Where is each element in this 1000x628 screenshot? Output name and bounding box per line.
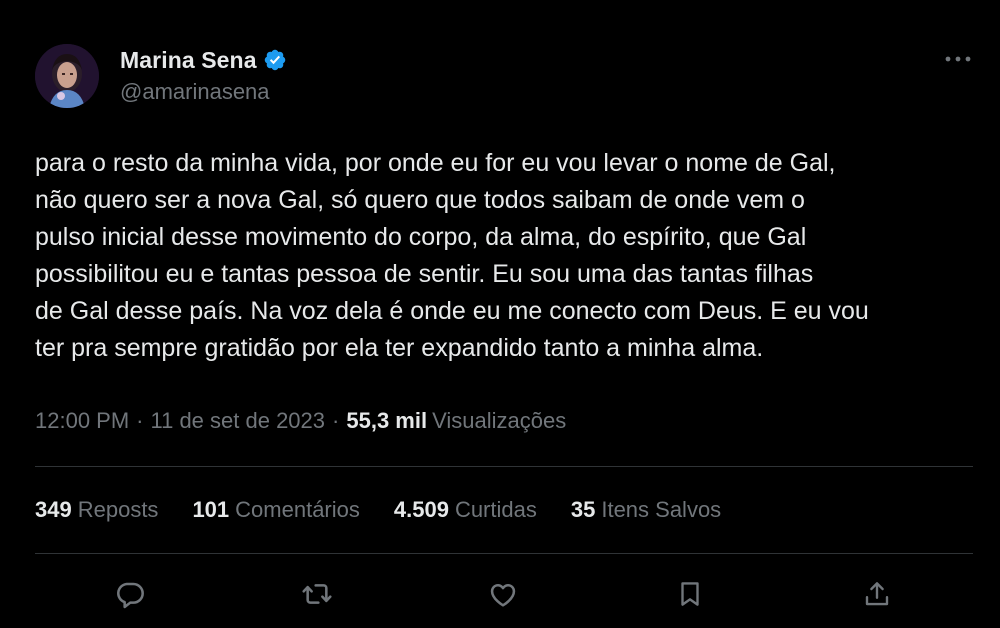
stat-bookmarks[interactable]: 35 Itens Salvos <box>571 497 721 523</box>
like-icon[interactable] <box>481 572 525 616</box>
verified-badge-icon <box>263 48 287 72</box>
meta-separator: · <box>332 408 340 433</box>
bookmark-icon[interactable] <box>668 572 712 616</box>
reply-icon[interactable] <box>108 572 152 616</box>
engagement-stats: 349 Reposts 101 Comentários 4.509 Curtid… <box>35 494 755 526</box>
stat-count: 349 <box>35 497 72 522</box>
meta-separator: · <box>136 408 144 433</box>
share-icon[interactable] <box>855 572 899 616</box>
divider <box>35 466 973 467</box>
author-display-name[interactable]: Marina Sena <box>120 47 257 74</box>
stat-count: 101 <box>192 497 230 522</box>
avatar[interactable] <box>35 44 99 108</box>
profile-photo <box>35 44 99 108</box>
stat-label: Reposts <box>77 497 159 522</box>
stat-count: 35 <box>570 497 596 522</box>
stat-label: Comentários <box>235 497 360 522</box>
more-options-icon[interactable] <box>944 48 972 70</box>
tweet-card: Marina Sena @amarinasena para o resto da… <box>0 0 1000 628</box>
stat-label: Itens Salvos <box>601 497 722 522</box>
divider <box>35 553 973 554</box>
views-count[interactable]: 55,3 mil <box>346 408 427 434</box>
author-name-row[interactable]: Marina Sena <box>120 45 287 75</box>
stat-label: Curtidas <box>454 497 537 522</box>
retweet-icon[interactable] <box>295 572 339 616</box>
stat-comments[interactable]: 101 Comentários <box>192 497 359 523</box>
action-bar <box>0 572 1000 616</box>
tweet-time[interactable]: 12:00 PM <box>35 408 129 434</box>
author-handle[interactable]: @amarinasena <box>120 79 270 105</box>
views-label[interactable]: Visualizações <box>432 408 566 434</box>
stat-reposts[interactable]: 349 Reposts <box>35 497 158 523</box>
tweet-text: para o resto da minha vida, por onde eu … <box>35 149 869 362</box>
tweet-date[interactable]: 11 de set de 2023 <box>151 408 326 434</box>
stat-likes[interactable]: 4.509 Curtidas <box>394 497 537 523</box>
tweet-meta: 12:00 PM · 11 de set de 2023 · 55,3 mil … <box>35 405 566 437</box>
stat-count: 4.509 <box>393 497 449 522</box>
